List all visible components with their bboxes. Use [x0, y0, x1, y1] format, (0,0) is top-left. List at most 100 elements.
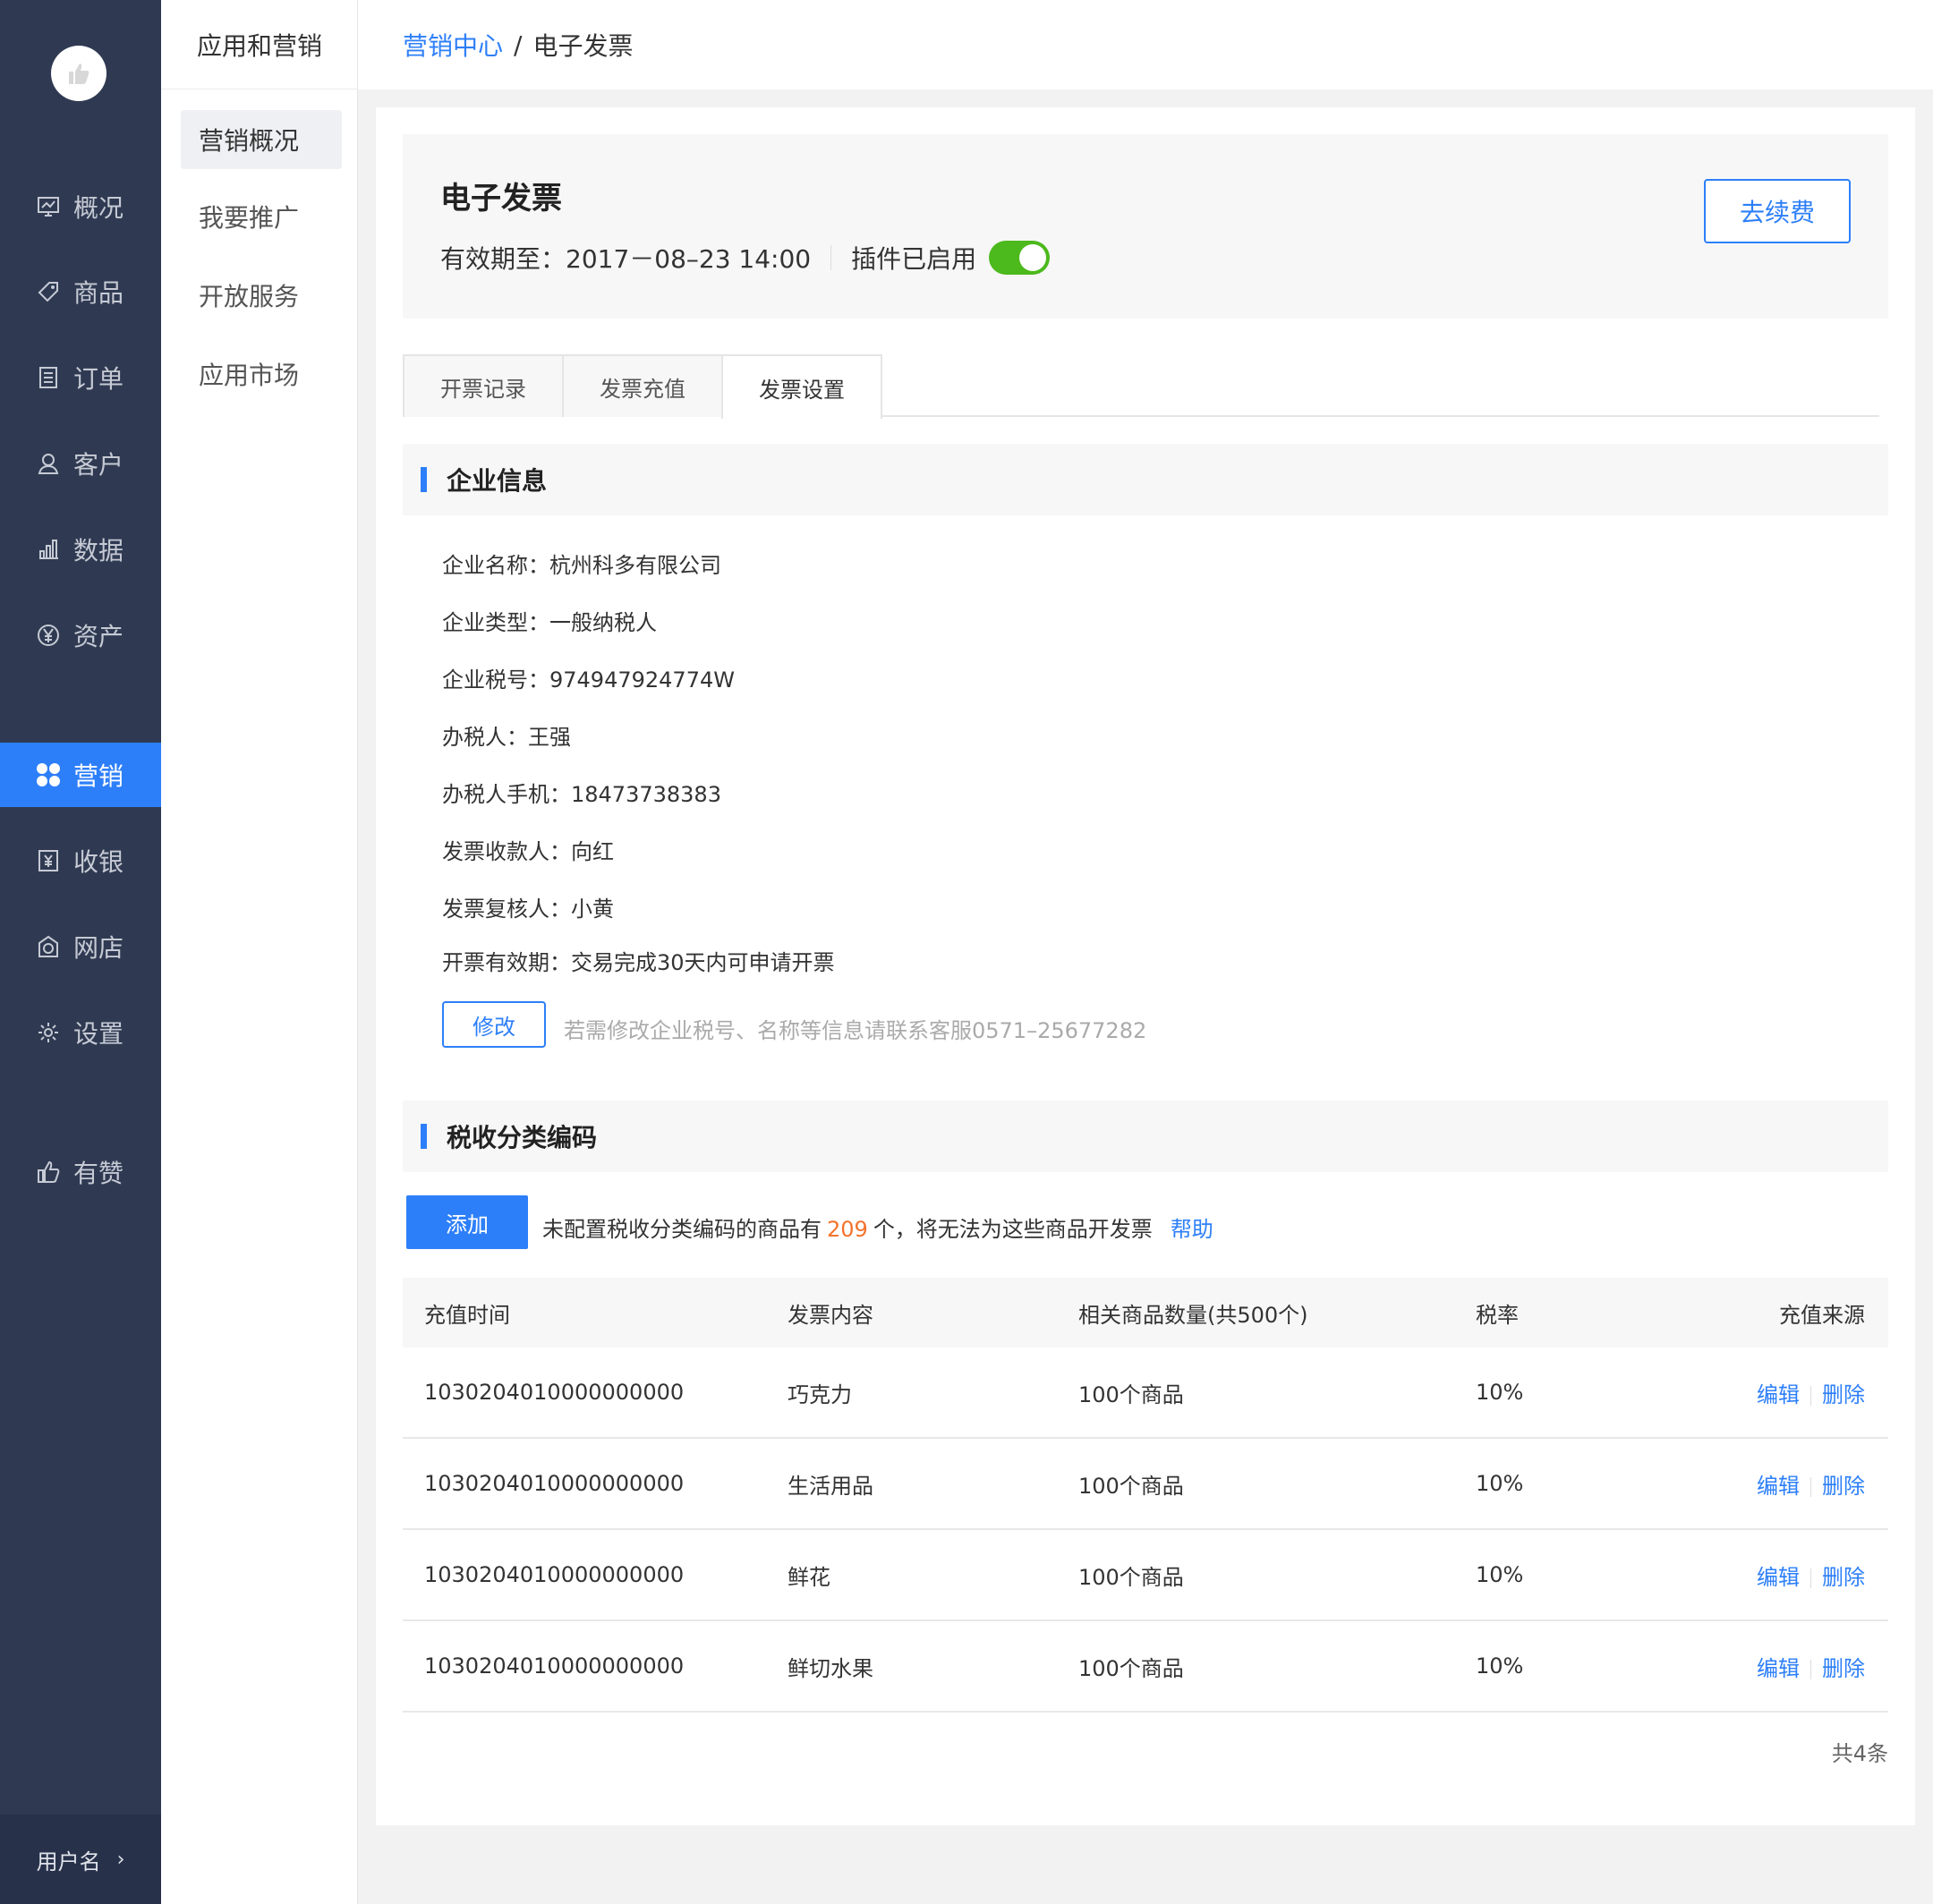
- subnav-item-app-market[interactable]: 应用市场: [181, 344, 342, 404]
- nav-item-settings[interactable]: 设置: [0, 1000, 161, 1065]
- delete-link[interactable]: 删除: [1822, 1656, 1865, 1681]
- logo[interactable]: [51, 46, 106, 101]
- tax-handler-row: 办税人：王强: [442, 725, 571, 750]
- nav-label: 资产: [73, 622, 124, 651]
- cell-qty: 100个商品: [1078, 1564, 1184, 1590]
- tax-id-row: 企业税号：974947924774W: [442, 667, 735, 693]
- nav-item-goods[interactable]: 商品: [0, 259, 161, 324]
- breadcrumb: 营销中心 / 电子发票: [358, 0, 1933, 89]
- action-divider: [1810, 1476, 1811, 1497]
- order-icon: [34, 363, 63, 392]
- nav-item-cashier[interactable]: 收银: [0, 829, 161, 893]
- nav-label: 收银: [73, 847, 124, 877]
- subnav-item-open-services[interactable]: 开放服务: [181, 266, 342, 325]
- customer-icon: [34, 449, 63, 478]
- cell-rate: 10%: [1476, 1653, 1524, 1679]
- tag-icon: [34, 277, 63, 306]
- yen-icon: [34, 621, 63, 650]
- logo-thumb-icon: [69, 64, 89, 84]
- unconfigured-count: 209: [827, 1217, 868, 1242]
- nav-item-overview[interactable]: 概况: [0, 174, 161, 239]
- gear-icon: [34, 1018, 63, 1047]
- cell-qty: 100个商品: [1078, 1655, 1184, 1681]
- pagination-total: 共4条: [1831, 1741, 1888, 1766]
- main-panel: 电子发票 有效期至：2017－08–23 14:00 插件已启用 去续费 开票记…: [376, 107, 1915, 1825]
- cell-actions: 编辑 删除: [1673, 1651, 1888, 1682]
- cell-rate: 10%: [1476, 1471, 1524, 1496]
- company-info-header: 企业信息: [403, 444, 1888, 515]
- overview-icon: [34, 192, 63, 221]
- nav-item-data[interactable]: 数据: [0, 517, 161, 582]
- tab-invoice-settings[interactable]: 发票设置: [721, 354, 882, 419]
- note-suffix: 个，将无法为这些商品开发票: [873, 1217, 1153, 1242]
- nav-label: 设置: [73, 1019, 124, 1049]
- company-name-row: 企业名称：杭州科多有限公司: [442, 553, 721, 578]
- unconfigured-note: 未配置税收分类编码的商品有 209 个，将无法为这些商品开发票 帮助: [542, 1211, 1213, 1243]
- add-tax-code-button[interactable]: 添加: [406, 1195, 528, 1249]
- cell-code: 1030204010000000000: [424, 1380, 685, 1405]
- username: 用户名: [36, 1849, 101, 1874]
- renew-button[interactable]: 去续费: [1704, 179, 1851, 243]
- subnav-item-promote[interactable]: 我要推广: [181, 187, 342, 246]
- user-menu[interactable]: 用户名 ›: [0, 1815, 161, 1904]
- cashier-icon: [34, 846, 63, 875]
- subnav-title: 应用和营销: [161, 0, 357, 89]
- column-header: 发票内容: [788, 1302, 873, 1328]
- tax-code-header: 税收分类编码: [403, 1101, 1888, 1172]
- nav-label: 营销: [73, 761, 124, 791]
- subnav-item-marketing-overview[interactable]: 营销概况: [181, 110, 342, 169]
- help-link[interactable]: 帮助: [1171, 1217, 1213, 1242]
- nav-item-youzan[interactable]: 有赞: [0, 1140, 161, 1204]
- column-header: 相关商品数量(共500个): [1078, 1302, 1308, 1328]
- section-accent-bar: [421, 467, 427, 492]
- tab-invoice-records[interactable]: 开票记录: [403, 354, 564, 417]
- page-title: 电子发票: [440, 181, 562, 217]
- breadcrumb-separator: /: [514, 30, 523, 60]
- nav-item-assets[interactable]: 资产: [0, 603, 161, 667]
- breadcrumb-parent-link[interactable]: 营销中心: [403, 27, 503, 63]
- plugin-toggle[interactable]: [989, 241, 1051, 275]
- edit-link[interactable]: 编辑: [1757, 1565, 1800, 1590]
- delete-link[interactable]: 删除: [1822, 1565, 1865, 1590]
- cell-actions: 编辑 删除: [1673, 1468, 1888, 1500]
- cell-code: 1030204010000000000: [424, 1471, 685, 1496]
- action-divider: [1810, 1568, 1811, 1588]
- section-title: 税收分类编码: [447, 1123, 598, 1152]
- nav-label: 概况: [73, 193, 124, 223]
- table-row: 1030204010000000000 生活用品 100个商品 10% 编辑 删除: [403, 1439, 1888, 1530]
- edit-hint-text: 若需修改企业税号、名称等信息请联系客服0571–25677282: [564, 1018, 1147, 1043]
- chevron-right-icon: ›: [116, 1848, 125, 1871]
- edit-link[interactable]: 编辑: [1757, 1474, 1800, 1499]
- shop-icon: [34, 932, 63, 961]
- nav-item-shop[interactable]: 网店: [0, 914, 161, 979]
- cell-actions: 编辑 删除: [1673, 1377, 1888, 1408]
- cell-actions: 编辑 删除: [1673, 1560, 1888, 1591]
- cell-qty: 100个商品: [1078, 1473, 1184, 1499]
- edit-company-button[interactable]: 修改: [442, 1001, 546, 1048]
- action-divider: [1810, 1659, 1811, 1679]
- tax-code-table: 充值时间 发票内容 相关商品数量(共500个) 税率 充值来源 10302040…: [403, 1278, 1888, 1713]
- nav-item-orders[interactable]: 订单: [0, 345, 161, 410]
- column-header: 税率: [1476, 1302, 1519, 1328]
- chart-icon: [34, 535, 63, 564]
- nav-label: 商品: [73, 278, 124, 308]
- nav-label: 有赞: [73, 1159, 124, 1188]
- invoice-header-card: 电子发票 有效期至：2017－08–23 14:00 插件已启用 去续费: [403, 134, 1888, 319]
- column-header: 充值来源: [1779, 1302, 1865, 1328]
- cell-content: 鲜切水果: [788, 1655, 873, 1681]
- edit-link[interactable]: 编辑: [1757, 1656, 1800, 1681]
- plugin-status-text: 插件已启用: [851, 244, 977, 274]
- cell-code: 1030204010000000000: [424, 1653, 685, 1679]
- edit-link[interactable]: 编辑: [1757, 1382, 1800, 1407]
- note-prefix: 未配置税收分类编码的商品有: [542, 1217, 822, 1242]
- cell-content: 生活用品: [788, 1473, 873, 1499]
- cell-qty: 100个商品: [1078, 1381, 1184, 1407]
- cell-code: 1030204010000000000: [424, 1562, 685, 1587]
- action-divider: [1810, 1385, 1811, 1406]
- delete-link[interactable]: 删除: [1822, 1474, 1865, 1499]
- company-type-row: 企业类型：一般纳税人: [442, 610, 657, 635]
- delete-link[interactable]: 删除: [1822, 1382, 1865, 1407]
- nav-item-marketing[interactable]: 营销: [0, 743, 161, 807]
- nav-item-customers[interactable]: 客户: [0, 431, 161, 496]
- tab-invoice-recharge[interactable]: 发票充值: [562, 354, 723, 417]
